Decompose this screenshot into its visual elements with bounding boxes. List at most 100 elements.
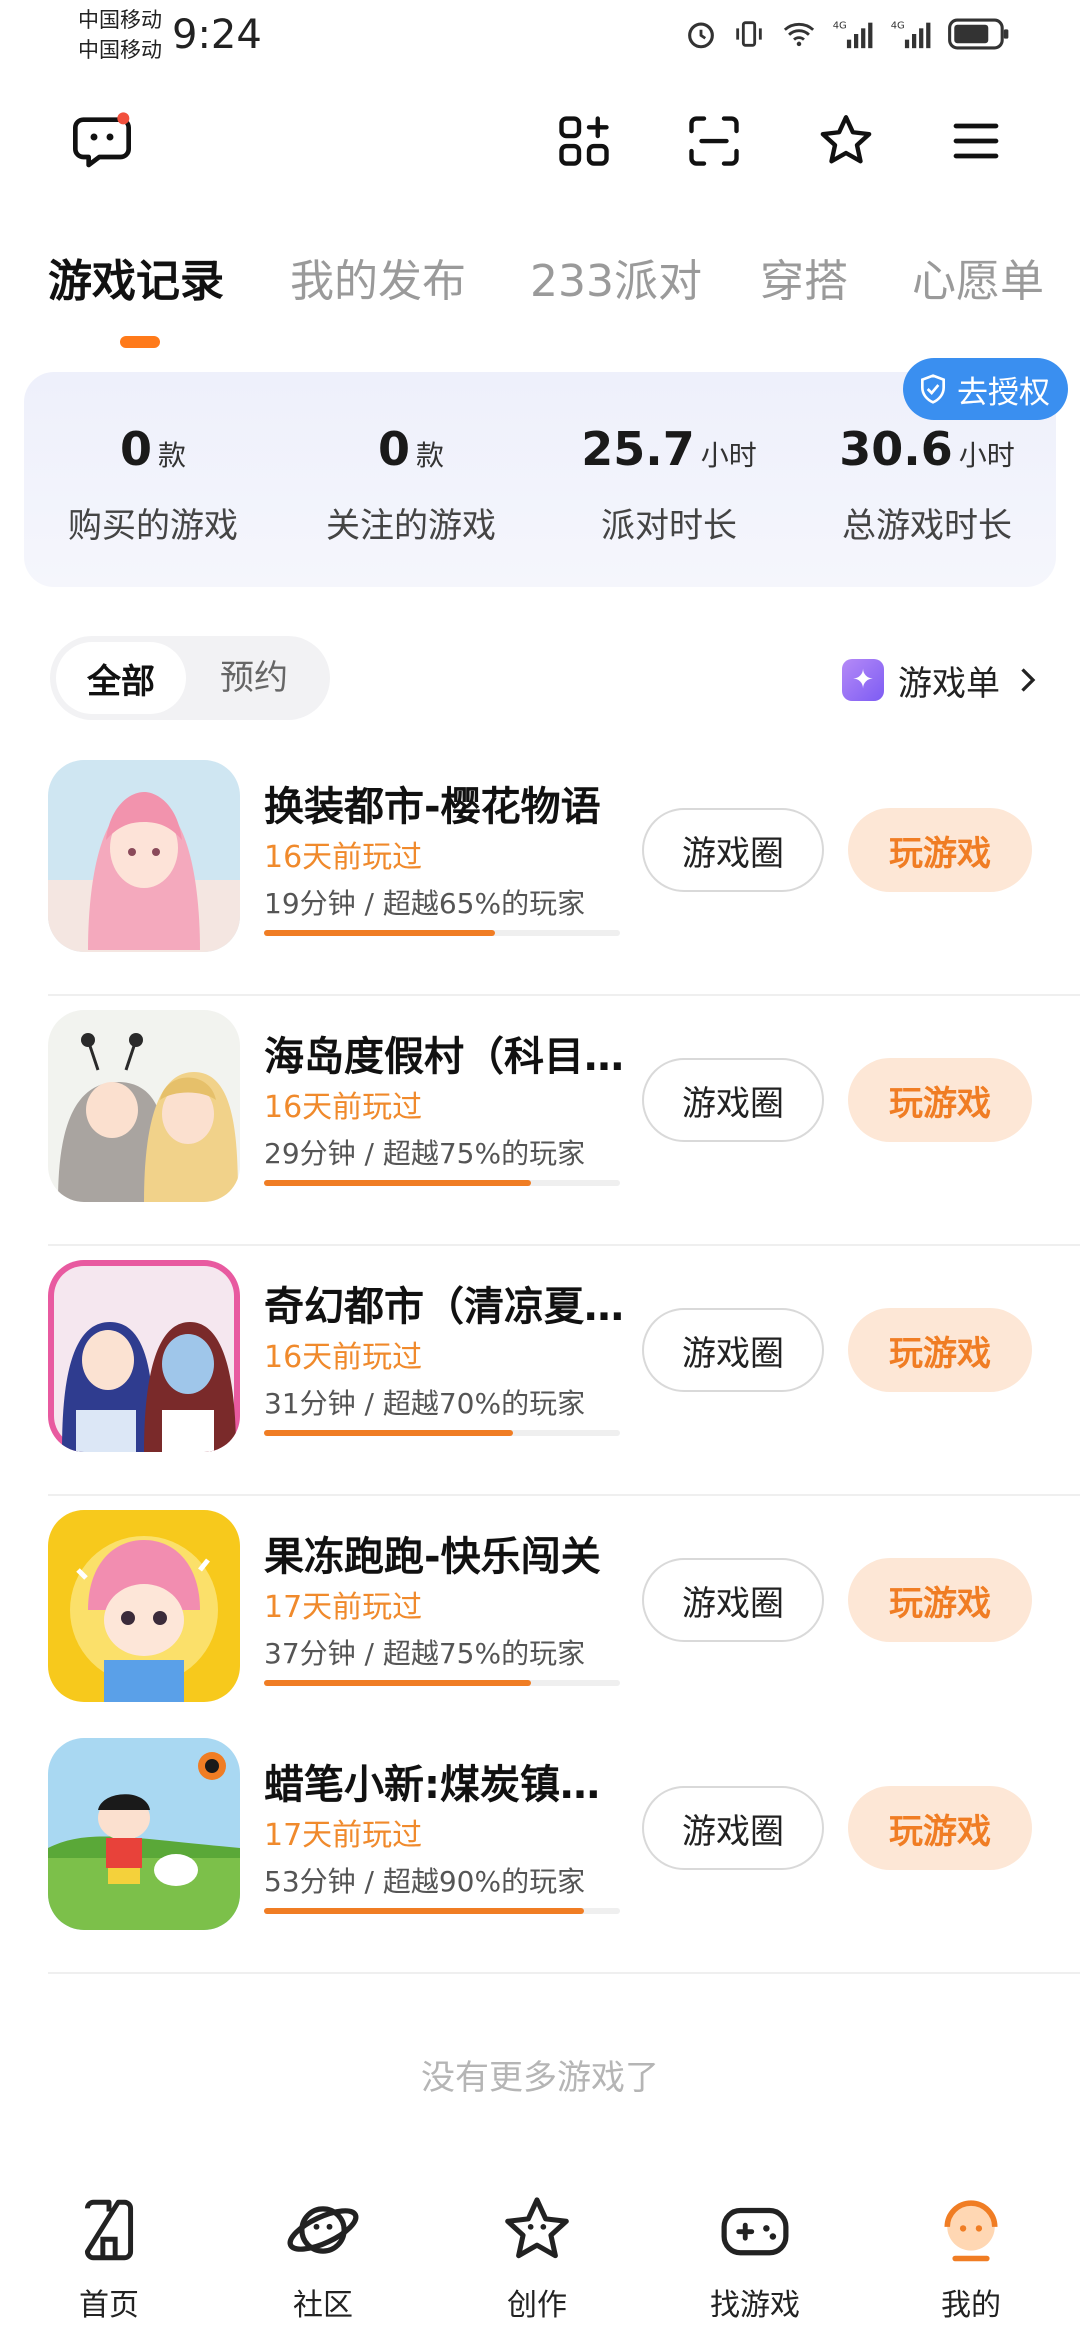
svg-text:4G: 4G bbox=[833, 20, 847, 31]
stat-unit: 款 bbox=[416, 439, 445, 472]
home-icon bbox=[69, 2190, 149, 2270]
nav-profile[interactable]: 我的 bbox=[896, 2190, 1046, 2324]
game-circle-button[interactable]: 游戏圈 bbox=[642, 1308, 824, 1392]
wifi-icon bbox=[783, 22, 815, 47]
scan-icon[interactable] bbox=[678, 105, 750, 177]
game-row: 奇幻都市（清凉夏… 16天前玩过 31分钟 / 超越70%的玩家 游戏圈 玩游戏 bbox=[48, 1246, 1080, 1496]
sparkle-icon: ✦ bbox=[842, 659, 884, 701]
last-played: 16天前玩过 bbox=[264, 1340, 423, 1375]
play-game-button[interactable]: 玩游戏 bbox=[848, 1786, 1032, 1870]
last-played: 17天前玩过 bbox=[264, 1590, 423, 1625]
tab-233-party[interactable]: 233派对 bbox=[530, 245, 702, 309]
game-thumbnail[interactable] bbox=[48, 1510, 240, 1702]
game-title[interactable]: 换装都市-樱花物语 bbox=[264, 774, 601, 832]
gamepad-icon bbox=[715, 2190, 795, 2270]
game-title[interactable]: 蜡笔小新:煤炭镇… bbox=[264, 1752, 600, 1810]
game-thumbnail[interactable] bbox=[48, 1738, 240, 1930]
progress-bar bbox=[264, 1680, 620, 1686]
chevron-right-icon bbox=[1021, 668, 1036, 692]
profile-icon bbox=[931, 2190, 1011, 2270]
play-game-button[interactable]: 玩游戏 bbox=[848, 1058, 1032, 1142]
nav-create[interactable]: 创作 bbox=[462, 2190, 612, 2324]
planet-icon bbox=[283, 2190, 363, 2270]
game-circle-button[interactable]: 游戏圈 bbox=[642, 1558, 824, 1642]
game-list-link[interactable]: ✦ 游戏单 bbox=[842, 650, 1040, 710]
stat-label: 关注的游戏 bbox=[326, 506, 496, 546]
clock: 9:24 bbox=[172, 12, 262, 58]
game-title[interactable]: 海岛度假村（科目… bbox=[264, 1024, 624, 1082]
carrier-label: 中国移动 bbox=[78, 8, 162, 32]
stat-value: 30.6 bbox=[839, 422, 953, 476]
play-stats: 19分钟 / 超越65%的玩家 bbox=[264, 887, 586, 920]
divider bbox=[48, 1972, 1080, 1974]
menu-icon[interactable] bbox=[940, 105, 1012, 177]
nav-label: 社区 bbox=[293, 2288, 353, 2323]
alarm-icon bbox=[688, 22, 714, 49]
game-circle-button[interactable]: 游戏圈 bbox=[642, 1058, 824, 1142]
stat-value: 25.7 bbox=[581, 422, 695, 476]
game-title[interactable]: 果冻跑跑-快乐闯关 bbox=[264, 1524, 601, 1582]
filter-reserved[interactable]: 预约 bbox=[220, 636, 288, 720]
play-stats: 31分钟 / 超越70%的玩家 bbox=[264, 1387, 586, 1420]
signal-icon: 4G bbox=[891, 20, 931, 49]
progress-fill bbox=[264, 1180, 531, 1186]
game-row: 蜡笔小新:煤炭镇… 17天前玩过 53分钟 / 超越90%的玩家 游戏圈 玩游戏 bbox=[48, 1724, 1080, 1974]
nav-label: 首页 bbox=[79, 2288, 139, 2323]
game-circle-button[interactable]: 游戏圈 bbox=[642, 1786, 824, 1870]
progress-bar bbox=[264, 1908, 620, 1914]
top-toolbar bbox=[0, 95, 1080, 190]
stat-purchased[interactable]: 0款 购买的游戏 bbox=[24, 422, 282, 547]
progress-bar bbox=[264, 1430, 620, 1436]
nav-home[interactable]: 首页 bbox=[34, 2190, 184, 2324]
stat-unit: 小时 bbox=[700, 439, 757, 472]
stat-value: 0 bbox=[377, 422, 410, 476]
bottom-nav: 首页 社区 创作 找游戏 我的 bbox=[0, 2170, 1080, 2340]
game-row: 换装都市-樱花物语 16天前玩过 19分钟 / 超越65%的玩家 游戏圈 玩游戏 bbox=[48, 746, 1080, 996]
game-thumbnail[interactable] bbox=[48, 1010, 240, 1202]
play-game-button[interactable]: 玩游戏 bbox=[848, 1308, 1032, 1392]
game-thumbnail[interactable] bbox=[48, 1260, 240, 1452]
message-icon[interactable] bbox=[66, 105, 138, 177]
apps-grid-icon[interactable] bbox=[548, 105, 620, 177]
play-game-button[interactable]: 玩游戏 bbox=[848, 808, 1032, 892]
signal-icon: 4G bbox=[833, 20, 873, 49]
stat-value: 0 bbox=[119, 422, 152, 476]
nav-find-games[interactable]: 找游戏 bbox=[680, 2190, 830, 2324]
nav-label: 创作 bbox=[507, 2288, 567, 2323]
status-bar: 中国移动 中国移动 9:24 4G 4G bbox=[0, 0, 1080, 80]
game-thumbnail[interactable] bbox=[48, 760, 240, 952]
progress-fill bbox=[264, 1908, 585, 1914]
tab-outfits[interactable]: 穿搭 bbox=[760, 245, 848, 309]
game-title[interactable]: 奇幻都市（清凉夏… bbox=[264, 1274, 624, 1332]
vibrate-icon bbox=[736, 21, 762, 47]
tab-wishlist[interactable]: 心愿单 bbox=[912, 245, 1044, 309]
filter-all[interactable]: 全部 bbox=[56, 642, 186, 714]
progress-fill bbox=[264, 930, 496, 936]
last-played: 16天前玩过 bbox=[264, 1090, 423, 1125]
stats-card: 去授权 0款 购买的游戏 0款 关注的游戏 25.7 小时 派对时长 30.6 小时… bbox=[24, 358, 1068, 587]
play-stats: 29分钟 / 超越75%的玩家 bbox=[264, 1137, 586, 1170]
authorize-label: 去授权 bbox=[957, 374, 1050, 411]
authorize-button[interactable]: 去授权 bbox=[903, 358, 1068, 420]
nav-community[interactable]: 社区 bbox=[248, 2190, 398, 2324]
last-played: 17天前玩过 bbox=[264, 1818, 423, 1853]
game-list-label: 游戏单 bbox=[898, 663, 1000, 704]
stat-party-time[interactable]: 25.7 小时 派对时长 bbox=[540, 422, 798, 547]
svg-text:4G: 4G bbox=[891, 20, 905, 31]
progress-fill bbox=[264, 1680, 531, 1686]
stat-label: 总游戏时长 bbox=[842, 506, 1012, 546]
nav-label: 找游戏 bbox=[710, 2288, 800, 2323]
tab-game-records[interactable]: 游戏记录 bbox=[48, 245, 224, 309]
shield-check-icon bbox=[921, 374, 945, 404]
game-circle-button[interactable]: 游戏圈 bbox=[642, 808, 824, 892]
stat-followed[interactable]: 0款 关注的游戏 bbox=[282, 422, 540, 547]
tab-my-posts[interactable]: 我的发布 bbox=[290, 245, 466, 309]
favorite-star-icon[interactable] bbox=[810, 105, 882, 177]
stat-label: 派对时长 bbox=[601, 506, 737, 546]
progress-bar bbox=[264, 930, 620, 936]
game-row: 海岛度假村（科目… 16天前玩过 29分钟 / 超越75%的玩家 游戏圈 玩游戏 bbox=[48, 996, 1080, 1246]
play-game-button[interactable]: 玩游戏 bbox=[848, 1558, 1032, 1642]
carrier-label: 中国移动 bbox=[78, 38, 162, 62]
play-stats: 53分钟 / 超越90%的玩家 bbox=[264, 1865, 586, 1898]
stat-total-time[interactable]: 30.6 小时 总游戏时长 bbox=[798, 422, 1056, 547]
